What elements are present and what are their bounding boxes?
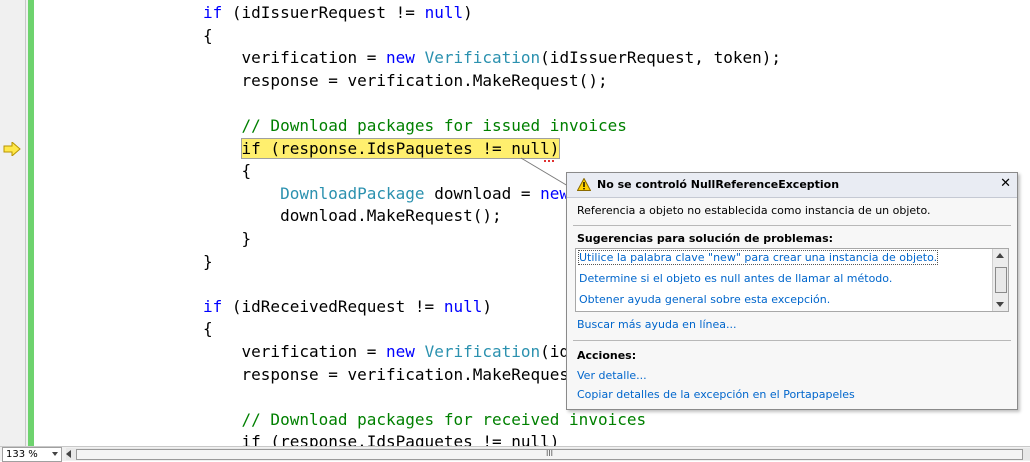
zoom-level: 133 %	[6, 449, 38, 460]
search-more-help-link[interactable]: Buscar más ayuda en línea...	[577, 318, 737, 331]
code-token: verification =	[203, 342, 387, 361]
code-type: Verification	[424, 342, 541, 361]
editor-gutter[interactable]	[0, 0, 28, 446]
code-token: response = verification.MakeRequest	[203, 364, 579, 384]
warning-icon	[577, 178, 591, 191]
code-keyword: null	[443, 296, 483, 316]
code-line: }	[203, 228, 252, 250]
divider	[573, 340, 1011, 341]
code-token: }	[203, 251, 213, 271]
exception-callout-line	[520, 157, 569, 187]
popup-title: No se controló NullReferenceException	[597, 178, 840, 191]
copy-details-link[interactable]: Copiar detalles de la excepción en el Po…	[577, 388, 855, 401]
code-token: {	[203, 319, 213, 339]
code-line: }	[203, 251, 213, 273]
suggestions-scrollbar[interactable]	[992, 249, 1008, 311]
code-keyword: if	[203, 296, 223, 316]
gutter-divider	[25, 0, 26, 446]
editor-status-bar: 133 % III	[0, 446, 1030, 462]
suggestion-item[interactable]: Determine si el objeto es null antes de …	[579, 272, 892, 285]
view-detail-link[interactable]: Ver detalle...	[577, 369, 647, 382]
code-line: // Download packages for received invoic…	[203, 409, 647, 431]
scroll-down-icon[interactable]	[996, 302, 1004, 307]
close-icon[interactable]: ✕	[1000, 176, 1011, 191]
suggestion-item[interactable]: Utilice la palabra clave "new" para crea…	[577, 250, 939, 265]
code-line: if (idReceivedRequest != null)	[203, 296, 492, 318]
code-token: (id	[540, 342, 570, 361]
code-line: download.MakeRequest();	[203, 205, 502, 227]
code-token: }	[203, 229, 252, 248]
exception-assistant-popup[interactable]: No se controló NullReferenceException ✕ …	[566, 172, 1018, 410]
exception-message: Referencia a objeto no establecida como …	[577, 204, 931, 217]
actions-heading: Acciones:	[577, 349, 637, 362]
code-token: (idReceivedRequest !=	[222, 296, 444, 316]
code-line: {	[203, 318, 213, 340]
suggestions-list[interactable]: Utilice la palabra clave "new" para crea…	[575, 248, 1009, 312]
code-line: response = verification.MakeRequest	[203, 364, 579, 386]
code-keyword: new	[386, 342, 415, 361]
scroll-thumb[interactable]	[995, 267, 1007, 293]
code-token: download.MakeRequest();	[203, 206, 502, 226]
code-token: )	[482, 296, 492, 316]
popup-header: No se controló NullReferenceException ✕	[567, 173, 1017, 198]
horizontal-scroll-thumb[interactable]: III	[76, 449, 1023, 460]
divider	[573, 225, 1011, 226]
code-token: if (response.IdsPaquetes != null)	[203, 432, 560, 446]
code-line: verification = new Verification(id	[203, 341, 570, 363]
code-line: if (response.IdsPaquetes != null)	[203, 431, 560, 446]
suggestion-item[interactable]: Obtener ayuda general sobre esta excepci…	[579, 293, 830, 306]
scroll-left-icon[interactable]	[66, 450, 71, 458]
suggestions-heading: Sugerencias para solución de problemas:	[577, 232, 834, 245]
scroll-up-icon[interactable]	[996, 253, 1004, 258]
chevron-down-icon	[52, 452, 58, 456]
code-comment: // Download packages for received invoic…	[203, 409, 647, 429]
current-line-arrow-icon	[3, 142, 21, 156]
horizontal-scrollbar[interactable]: III	[66, 448, 1030, 460]
